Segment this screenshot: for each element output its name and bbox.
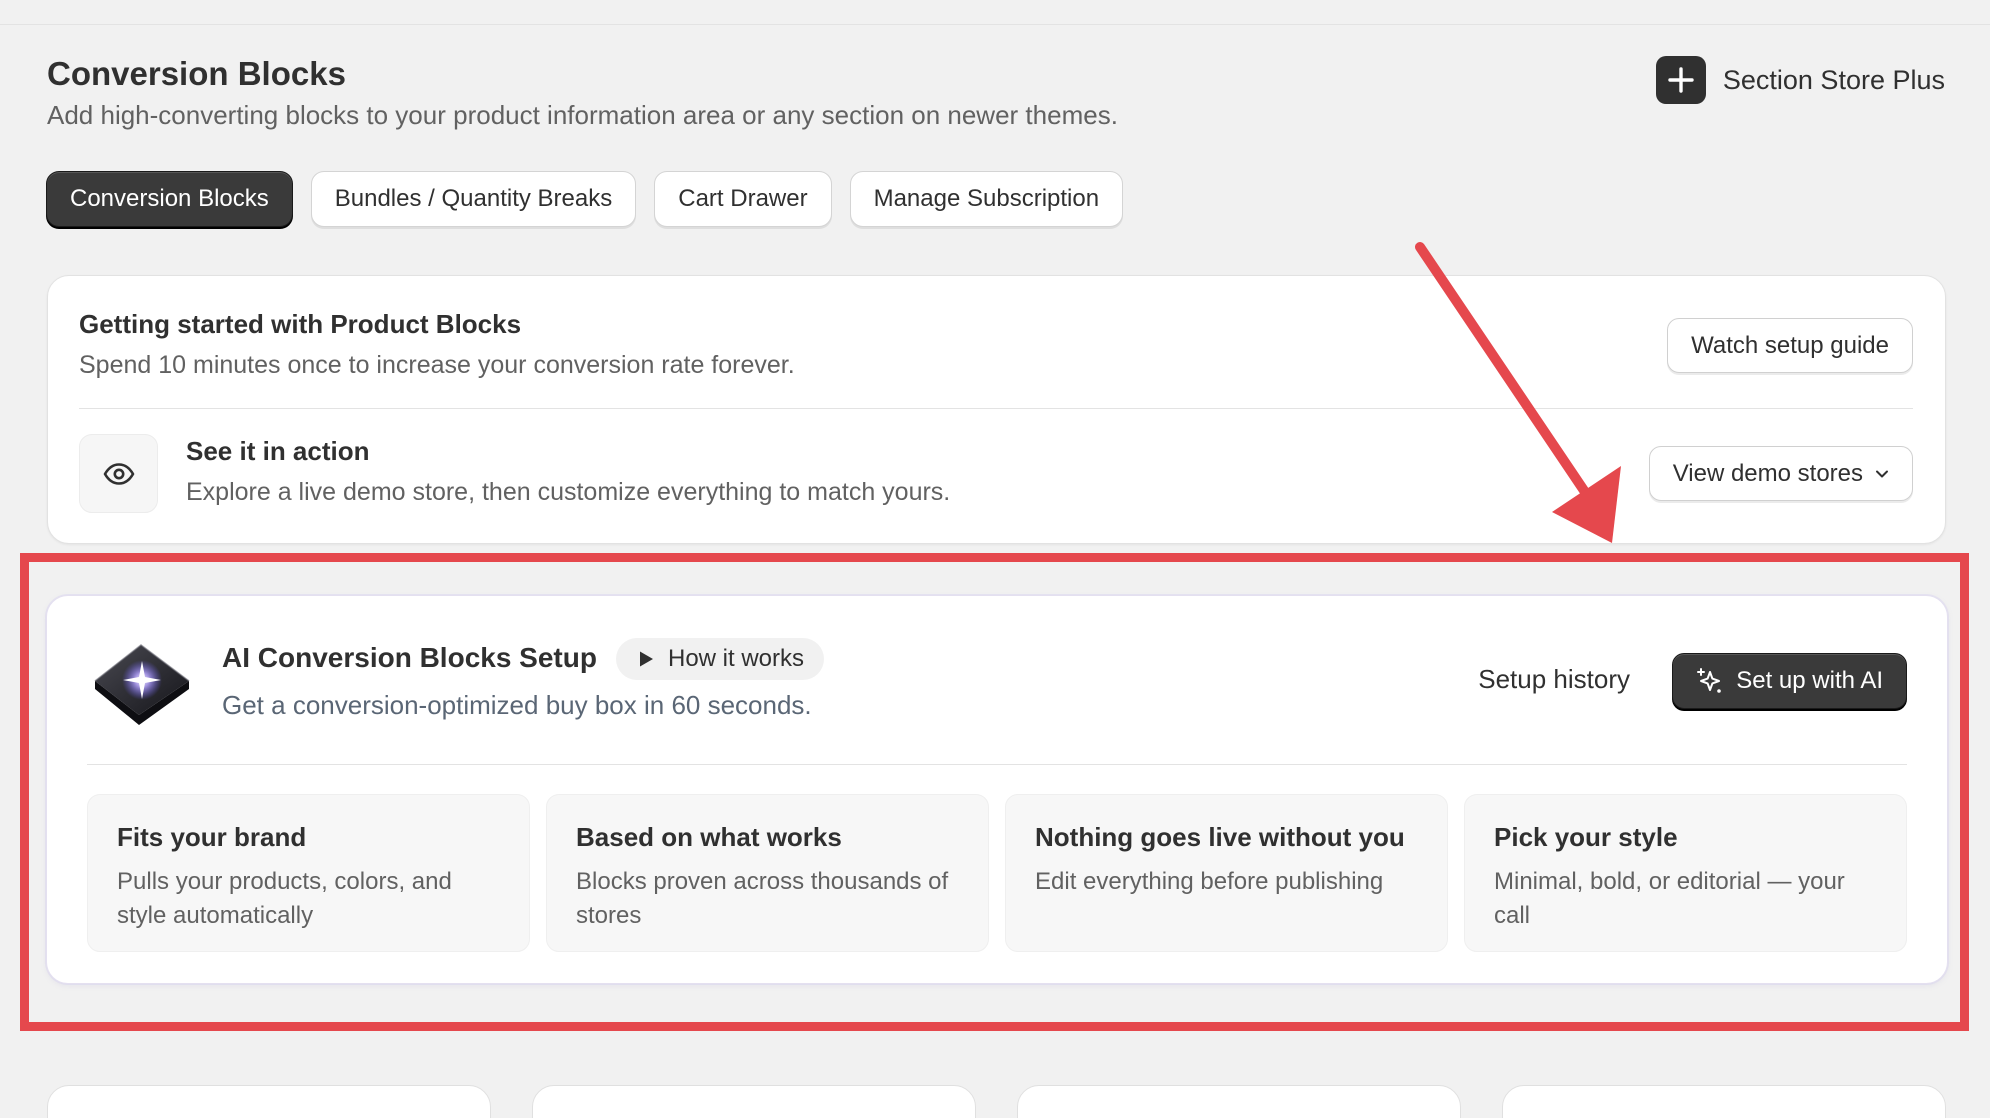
watch-setup-guide-button[interactable]: Watch setup guide xyxy=(1667,318,1913,373)
eye-icon xyxy=(79,434,158,513)
getting-started-card: Getting started with Product Blocks Spen… xyxy=(47,275,1946,544)
top-divider xyxy=(0,24,1990,25)
view-demo-stores-label: View demo stores xyxy=(1672,459,1863,487)
page-title: Conversion Blocks xyxy=(47,55,346,92)
bottom-card xyxy=(47,1085,491,1118)
getting-started-title: Getting started with Product Blocks xyxy=(79,309,522,339)
plus-icon xyxy=(1655,56,1706,104)
tab-bundles-quantity-breaks[interactable]: Bundles / Quantity Breaks xyxy=(310,171,637,227)
bottom-card xyxy=(1017,1085,1461,1118)
see-it-in-action-subtitle: Explore a live demo store, then customiz… xyxy=(186,478,951,506)
annotation-highlight-box xyxy=(20,553,1969,1031)
getting-started-subtitle: Spend 10 minutes once to increase your c… xyxy=(79,351,795,379)
watch-setup-guide-label: Watch setup guide xyxy=(1691,331,1889,359)
bottom-card xyxy=(1502,1085,1946,1118)
chevron-down-icon xyxy=(1876,470,1888,477)
tab-bar: Conversion Blocks Bundles / Quantity Bre… xyxy=(46,171,1124,227)
page-subtitle: Add high-converting blocks to your produ… xyxy=(47,100,1118,130)
tab-cart-drawer[interactable]: Cart Drawer xyxy=(654,171,832,227)
tab-conversion-blocks[interactable]: Conversion Blocks xyxy=(46,171,293,227)
view-demo-stores-button[interactable]: View demo stores xyxy=(1648,446,1913,501)
see-it-in-action-title: See it in action xyxy=(186,436,370,466)
brand-name: Section Store Plus xyxy=(1722,64,1945,95)
card-divider xyxy=(79,408,1913,409)
brand[interactable]: Section Store Plus xyxy=(1655,56,1945,104)
tab-manage-subscription[interactable]: Manage Subscription xyxy=(849,171,1124,227)
bottom-card xyxy=(532,1085,976,1118)
